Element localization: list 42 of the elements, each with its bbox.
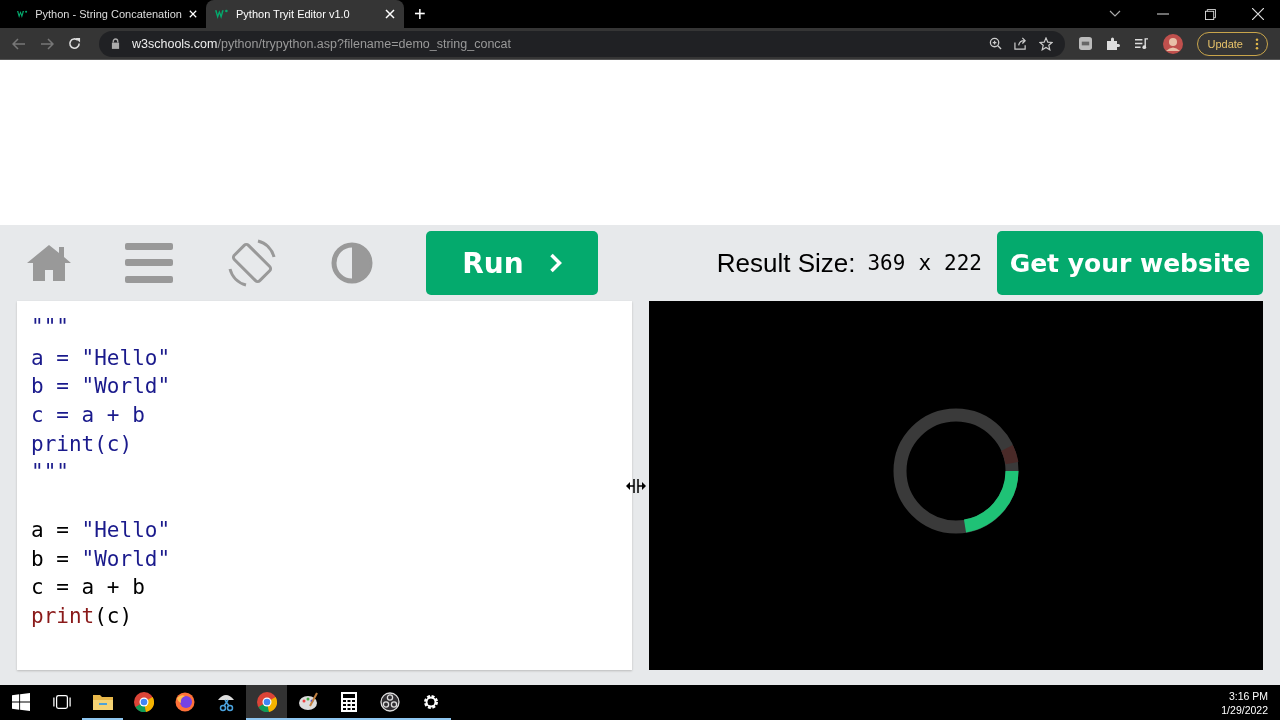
reload-icon[interactable] — [68, 37, 81, 50]
puzzle-icon[interactable] — [1105, 36, 1120, 51]
loading-spinner-icon — [893, 407, 1019, 534]
w-logo-icon — [17, 8, 29, 20]
tab-search-icon[interactable] — [1109, 10, 1121, 18]
avatar-icon[interactable] — [1162, 33, 1183, 54]
new-tab-button[interactable]: + — [414, 3, 426, 25]
zoom-icon[interactable] — [988, 37, 1002, 50]
playlist-icon[interactable] — [1133, 37, 1149, 50]
code-line: print(c) — [31, 430, 134, 458]
code-line: b = "World" — [31, 545, 172, 573]
result-size-label: Result Size: — [716, 247, 856, 279]
restore-icon[interactable] — [1205, 8, 1216, 20]
star-icon[interactable] — [1038, 36, 1053, 51]
browser-tab[interactable]: Python - String Concatenation — [8, 0, 206, 28]
code-line: a = "Hello" — [31, 516, 172, 544]
resize-cursor-icon — [624, 477, 647, 494]
code-line: """ — [31, 459, 70, 487]
times-sign: x — [918, 251, 932, 275]
share-icon[interactable] — [1013, 37, 1027, 50]
code-editor[interactable]: """ a = "Hello" b = "World" c = a + b print(c) """ a = "Hello" b = "World" c = a + b print(c) — [17, 301, 632, 670]
w-logo-icon — [215, 8, 229, 20]
code-line: c = a + b — [31, 574, 146, 602]
code-line: c = a + b — [31, 402, 146, 430]
clock-date: 1/29/2022 — [1221, 703, 1268, 716]
code-line: a = "Hello" — [31, 344, 172, 372]
code-line: print(c) — [31, 602, 134, 630]
forward-icon[interactable] — [40, 37, 54, 50]
result-height: 222 — [944, 251, 982, 275]
code-line: """ — [31, 314, 70, 341]
lock-icon — [111, 38, 120, 49]
clock-time: 3:16 PM — [1228, 689, 1268, 702]
close-icon[interactable] — [1252, 8, 1264, 20]
extension-icon[interactable] — [1078, 37, 1092, 50]
code-line: b = "World" — [31, 373, 172, 401]
back-icon[interactable] — [12, 37, 26, 50]
more-icon[interactable] — [1255, 37, 1259, 50]
address-field[interactable]: w3schools.com/python/trypython.asp?filename=demo_string_concat — [99, 30, 1065, 57]
browser-tab[interactable]: Python Tryit Editor v1.0 — [206, 0, 404, 28]
taskbar-browser-icon[interactable] — [246, 685, 287, 720]
result-width: 369 — [867, 251, 906, 275]
chevron-right-icon — [548, 253, 562, 273]
